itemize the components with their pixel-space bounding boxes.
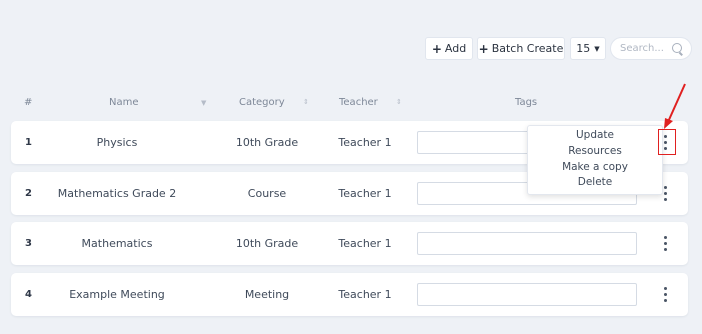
column-header-category[interactable]: Category <box>239 97 285 108</box>
sort-icon[interactable]: ⇕ <box>303 98 309 106</box>
page-size-select[interactable]: 15 ▼ <box>570 37 606 60</box>
row-actions-menu: Update Resources Make a copy Delete <box>527 125 663 195</box>
batch-create-button-label: Batch Create <box>491 42 564 55</box>
row-teacher: Teacher 1 <box>338 136 392 149</box>
row-category: 10th Grade <box>235 237 299 250</box>
more-options-icon[interactable] <box>660 236 670 251</box>
row-teacher: Teacher 1 <box>338 187 392 200</box>
menu-item-make-copy[interactable]: Make a copy <box>528 161 662 173</box>
tags-input[interactable] <box>417 283 637 306</box>
sort-desc-icon[interactable]: ▼ <box>201 99 206 107</box>
row-name: Example Meeting <box>69 288 165 301</box>
plus-icon: + <box>431 41 442 56</box>
annotation-arrow <box>664 83 686 129</box>
column-header-tags: Tags <box>515 97 538 108</box>
annotation-highlight-box <box>658 129 676 155</box>
row-name: Mathematics <box>81 237 153 250</box>
add-button[interactable]: + Add <box>425 37 473 60</box>
row-teacher: Teacher 1 <box>338 237 392 250</box>
page-size-value: 15 <box>576 42 591 55</box>
caret-down-icon: ▼ <box>594 44 600 53</box>
table-header: # Name ▼ Category ⇕ Teacher ⇕ Tags <box>0 97 702 111</box>
plus-icon: + <box>478 41 489 56</box>
menu-item-update[interactable]: Update <box>528 129 662 141</box>
column-header-number: # <box>24 97 33 108</box>
sort-icon[interactable]: ⇕ <box>396 98 402 106</box>
search-icon <box>672 43 682 53</box>
row-number: 4 <box>25 289 32 300</box>
column-header-teacher[interactable]: Teacher <box>339 97 378 108</box>
menu-item-resources[interactable]: Resources <box>528 145 662 157</box>
row-number: 1 <box>25 137 32 148</box>
search-placeholder: Search... <box>620 43 664 54</box>
row-name: Physics <box>96 136 138 149</box>
row-teacher: Teacher 1 <box>338 288 392 301</box>
search-input[interactable]: Search... <box>610 37 692 60</box>
row-category: Course <box>247 187 287 200</box>
tags-input[interactable] <box>417 232 637 255</box>
batch-create-button[interactable]: + Batch Create <box>477 37 565 60</box>
row-category: 10th Grade <box>235 136 299 149</box>
menu-item-delete[interactable]: Delete <box>528 176 662 188</box>
table-row: 4 Example Meeting Meeting Teacher 1 <box>11 273 688 316</box>
more-options-icon[interactable] <box>660 287 670 302</box>
row-number: 2 <box>25 188 32 199</box>
add-button-label: Add <box>444 42 467 55</box>
row-number: 3 <box>25 238 32 249</box>
row-category: Meeting <box>244 288 290 301</box>
row-name: Mathematics Grade 2 <box>57 187 177 200</box>
column-header-name[interactable]: Name <box>109 97 139 108</box>
table-row: 3 Mathematics 10th Grade Teacher 1 <box>11 222 688 265</box>
toolbar: + Add + Batch Create 15 ▼ Search... <box>0 37 702 62</box>
